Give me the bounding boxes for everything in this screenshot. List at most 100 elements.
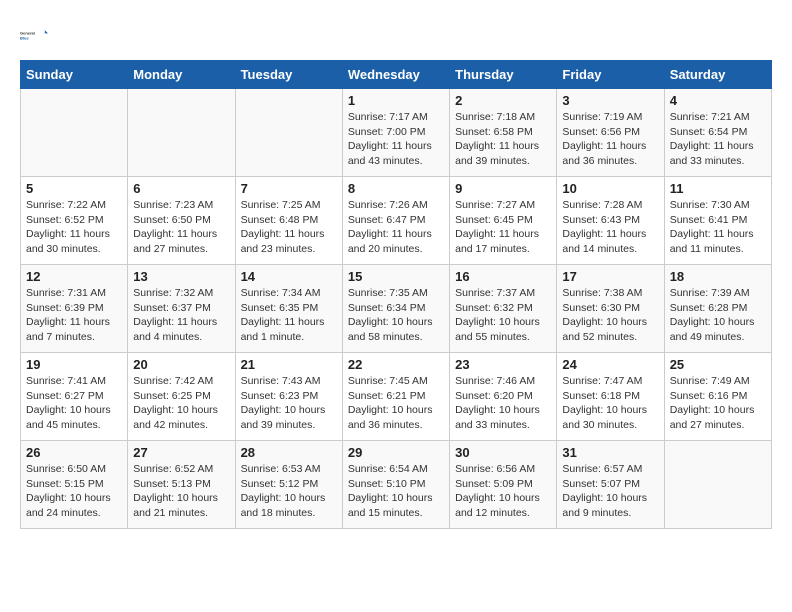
cell-content: Sunrise: 7:25 AM Sunset: 6:48 PM Dayligh… xyxy=(241,198,337,257)
cell-content: Sunrise: 7:21 AM Sunset: 6:54 PM Dayligh… xyxy=(670,110,766,169)
cell-content: Sunrise: 7:27 AM Sunset: 6:45 PM Dayligh… xyxy=(455,198,551,257)
calendar-body: 1 Sunrise: 7:17 AM Sunset: 7:00 PM Daylig… xyxy=(21,89,772,529)
calendar-cell: 20 Sunrise: 7:42 AM Sunset: 6:25 PM Dayli… xyxy=(128,353,235,441)
header-wednesday: Wednesday xyxy=(342,61,449,89)
cell-content: Sunrise: 7:42 AM Sunset: 6:25 PM Dayligh… xyxy=(133,374,229,433)
cell-content: Sunrise: 6:56 AM Sunset: 5:09 PM Dayligh… xyxy=(455,462,551,521)
header-saturday: Saturday xyxy=(664,61,771,89)
calendar-cell xyxy=(235,89,342,177)
day-number: 4 xyxy=(670,93,766,108)
calendar-header-row: SundayMondayTuesdayWednesdayThursdayFrid… xyxy=(21,61,772,89)
day-number: 1 xyxy=(348,93,444,108)
day-number: 2 xyxy=(455,93,551,108)
logo: General Blue xyxy=(20,20,50,50)
day-number: 13 xyxy=(133,269,229,284)
day-number: 18 xyxy=(670,269,766,284)
svg-text:Blue: Blue xyxy=(20,35,29,40)
calendar-cell: 5 Sunrise: 7:22 AM Sunset: 6:52 PM Daylig… xyxy=(21,177,128,265)
calendar-cell: 6 Sunrise: 7:23 AM Sunset: 6:50 PM Daylig… xyxy=(128,177,235,265)
calendar-cell xyxy=(128,89,235,177)
day-number: 21 xyxy=(241,357,337,372)
day-number: 22 xyxy=(348,357,444,372)
day-number: 5 xyxy=(26,181,122,196)
cell-content: Sunrise: 6:52 AM Sunset: 5:13 PM Dayligh… xyxy=(133,462,229,521)
day-number: 14 xyxy=(241,269,337,284)
week-row-5: 26Sunrise: 6:50 AM Sunset: 5:15 PM Dayli… xyxy=(21,441,772,529)
cell-content: Sunrise: 7:19 AM Sunset: 6:56 PM Dayligh… xyxy=(562,110,658,169)
day-number: 30 xyxy=(455,445,551,460)
calendar-cell: 19Sunrise: 7:41 AM Sunset: 6:27 PM Dayli… xyxy=(21,353,128,441)
calendar-cell: 10 Sunrise: 7:28 AM Sunset: 6:43 PM Dayli… xyxy=(557,177,664,265)
logo-icon: General Blue xyxy=(20,20,50,50)
calendar-cell: 3 Sunrise: 7:19 AM Sunset: 6:56 PM Daylig… xyxy=(557,89,664,177)
calendar-cell: 9 Sunrise: 7:27 AM Sunset: 6:45 PM Daylig… xyxy=(450,177,557,265)
calendar-cell xyxy=(664,441,771,529)
calendar-cell xyxy=(21,89,128,177)
calendar-cell: 18 Sunrise: 7:39 AM Sunset: 6:28 PM Dayli… xyxy=(664,265,771,353)
calendar-cell: 4 Sunrise: 7:21 AM Sunset: 6:54 PM Daylig… xyxy=(664,89,771,177)
day-number: 20 xyxy=(133,357,229,372)
calendar-cell: 8Sunrise: 7:26 AM Sunset: 6:47 PM Daylig… xyxy=(342,177,449,265)
svg-text:General: General xyxy=(20,31,35,36)
calendar-cell: 11 Sunrise: 7:30 AM Sunset: 6:41 PM Dayli… xyxy=(664,177,771,265)
cell-content: Sunrise: 6:50 AM Sunset: 5:15 PM Dayligh… xyxy=(26,462,122,521)
cell-content: Sunrise: 7:22 AM Sunset: 6:52 PM Dayligh… xyxy=(26,198,122,257)
cell-content: Sunrise: 7:35 AM Sunset: 6:34 PM Dayligh… xyxy=(348,286,444,345)
cell-content: Sunrise: 7:37 AM Sunset: 6:32 PM Dayligh… xyxy=(455,286,551,345)
cell-content: Sunrise: 7:45 AM Sunset: 6:21 PM Dayligh… xyxy=(348,374,444,433)
calendar-cell: 14 Sunrise: 7:34 AM Sunset: 6:35 PM Dayli… xyxy=(235,265,342,353)
day-number: 6 xyxy=(133,181,229,196)
day-number: 29 xyxy=(348,445,444,460)
calendar-cell: 15 Sunrise: 7:35 AM Sunset: 6:34 PM Dayli… xyxy=(342,265,449,353)
calendar-cell: 28 Sunrise: 6:53 AM Sunset: 5:12 PM Dayli… xyxy=(235,441,342,529)
calendar-cell: 13 Sunrise: 7:32 AM Sunset: 6:37 PM Dayli… xyxy=(128,265,235,353)
cell-content: Sunrise: 7:41 AM Sunset: 6:27 PM Dayligh… xyxy=(26,374,122,433)
week-row-4: 19Sunrise: 7:41 AM Sunset: 6:27 PM Dayli… xyxy=(21,353,772,441)
cell-content: Sunrise: 7:39 AM Sunset: 6:28 PM Dayligh… xyxy=(670,286,766,345)
calendar-cell: 1 Sunrise: 7:17 AM Sunset: 7:00 PM Daylig… xyxy=(342,89,449,177)
day-number: 24 xyxy=(562,357,658,372)
calendar-table: SundayMondayTuesdayWednesdayThursdayFrid… xyxy=(20,60,772,529)
day-number: 9 xyxy=(455,181,551,196)
header-tuesday: Tuesday xyxy=(235,61,342,89)
calendar-cell: 29Sunrise: 6:54 AM Sunset: 5:10 PM Dayli… xyxy=(342,441,449,529)
calendar-cell: 16 Sunrise: 7:37 AM Sunset: 6:32 PM Dayli… xyxy=(450,265,557,353)
day-number: 7 xyxy=(241,181,337,196)
day-number: 12 xyxy=(26,269,122,284)
day-number: 31 xyxy=(562,445,658,460)
day-number: 10 xyxy=(562,181,658,196)
cell-content: Sunrise: 7:30 AM Sunset: 6:41 PM Dayligh… xyxy=(670,198,766,257)
day-number: 11 xyxy=(670,181,766,196)
day-number: 17 xyxy=(562,269,658,284)
header-thursday: Thursday xyxy=(450,61,557,89)
day-number: 15 xyxy=(348,269,444,284)
cell-content: Sunrise: 7:46 AM Sunset: 6:20 PM Dayligh… xyxy=(455,374,551,433)
page-header: General Blue xyxy=(20,20,772,50)
calendar-cell: 17 Sunrise: 7:38 AM Sunset: 6:30 PM Dayli… xyxy=(557,265,664,353)
cell-content: Sunrise: 6:53 AM Sunset: 5:12 PM Dayligh… xyxy=(241,462,337,521)
cell-content: Sunrise: 7:47 AM Sunset: 6:18 PM Dayligh… xyxy=(562,374,658,433)
cell-content: Sunrise: 7:17 AM Sunset: 7:00 PM Dayligh… xyxy=(348,110,444,169)
calendar-cell: 21Sunrise: 7:43 AM Sunset: 6:23 PM Dayli… xyxy=(235,353,342,441)
cell-content: Sunrise: 7:38 AM Sunset: 6:30 PM Dayligh… xyxy=(562,286,658,345)
calendar-cell: 22 Sunrise: 7:45 AM Sunset: 6:21 PM Dayli… xyxy=(342,353,449,441)
day-number: 28 xyxy=(241,445,337,460)
calendar-cell: 26Sunrise: 6:50 AM Sunset: 5:15 PM Dayli… xyxy=(21,441,128,529)
day-number: 27 xyxy=(133,445,229,460)
cell-content: Sunrise: 7:32 AM Sunset: 6:37 PM Dayligh… xyxy=(133,286,229,345)
calendar-cell: 23 Sunrise: 7:46 AM Sunset: 6:20 PM Dayli… xyxy=(450,353,557,441)
calendar-cell: 27 Sunrise: 6:52 AM Sunset: 5:13 PM Dayli… xyxy=(128,441,235,529)
calendar-cell: 12Sunrise: 7:31 AM Sunset: 6:39 PM Dayli… xyxy=(21,265,128,353)
cell-content: Sunrise: 7:26 AM Sunset: 6:47 PM Dayligh… xyxy=(348,198,444,257)
cell-content: Sunrise: 6:57 AM Sunset: 5:07 PM Dayligh… xyxy=(562,462,658,521)
calendar-cell: 7 Sunrise: 7:25 AM Sunset: 6:48 PM Daylig… xyxy=(235,177,342,265)
day-number: 16 xyxy=(455,269,551,284)
calendar-cell: 31 Sunrise: 6:57 AM Sunset: 5:07 PM Dayli… xyxy=(557,441,664,529)
cell-content: Sunrise: 7:34 AM Sunset: 6:35 PM Dayligh… xyxy=(241,286,337,345)
cell-content: Sunrise: 7:49 AM Sunset: 6:16 PM Dayligh… xyxy=(670,374,766,433)
calendar-cell: 2Sunrise: 7:18 AM Sunset: 6:58 PM Daylig… xyxy=(450,89,557,177)
day-number: 23 xyxy=(455,357,551,372)
cell-content: Sunrise: 7:23 AM Sunset: 6:50 PM Dayligh… xyxy=(133,198,229,257)
day-number: 3 xyxy=(562,93,658,108)
cell-content: Sunrise: 7:28 AM Sunset: 6:43 PM Dayligh… xyxy=(562,198,658,257)
